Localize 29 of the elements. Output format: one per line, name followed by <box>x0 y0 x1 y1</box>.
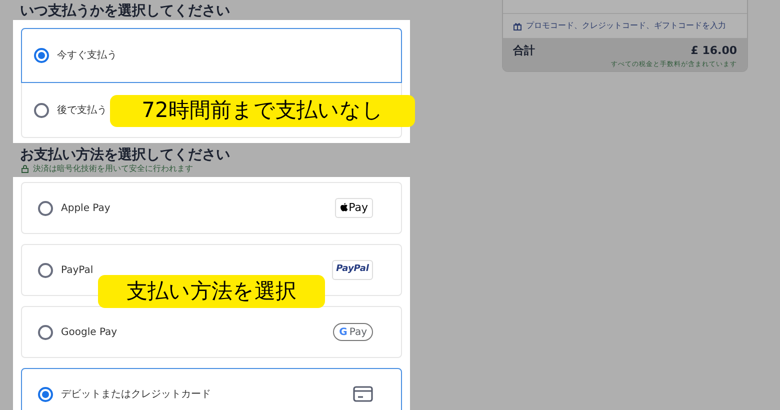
lock-icon <box>21 165 29 173</box>
callout-label: 72時間前まで支払いなし <box>110 95 415 127</box>
apple-pay-badge: Pay <box>334 198 373 218</box>
option-label: Apple Pay <box>61 202 112 216</box>
secure-note: 決済は暗号化技術を用いて安全に行われます <box>33 164 193 174</box>
radio-button[interactable] <box>34 48 49 63</box>
radio-button[interactable] <box>38 262 53 278</box>
radio-button[interactable] <box>38 386 53 402</box>
payment-method-option[interactable]: Apple Pay Pay <box>21 182 402 234</box>
paypal-badge: PayPal <box>332 260 373 280</box>
google-pay-badge: G Pay <box>333 323 373 341</box>
option-label: PayPal <box>61 264 94 278</box>
option-label: 今すぐ支払う <box>57 48 117 63</box>
option-label: デビットまたはクレジットカード <box>61 388 212 402</box>
payment-timing-option[interactable]: 今すぐ支払う <box>21 28 402 83</box>
callout-label: 支払い方法を選択 <box>98 275 325 308</box>
radio-button[interactable] <box>38 324 53 340</box>
option-label: 後で支払う <box>57 104 107 118</box>
section-title: お支払い方法を選択してください <box>19 146 231 164</box>
radio-button[interactable] <box>34 102 49 118</box>
total-amount: £ 16.00 <box>690 43 737 59</box>
section-title: いつ支払うかを選択してください <box>19 2 231 20</box>
radio-button[interactable] <box>38 200 53 216</box>
option-label: Google Pay <box>61 326 118 340</box>
apple-icon <box>340 203 348 213</box>
gift-icon <box>513 22 522 30</box>
credit-card-icon <box>353 386 373 402</box>
payment-method-option[interactable]: デビットまたはクレジットカード <box>21 368 402 410</box>
total-label: 合計 <box>513 43 535 59</box>
